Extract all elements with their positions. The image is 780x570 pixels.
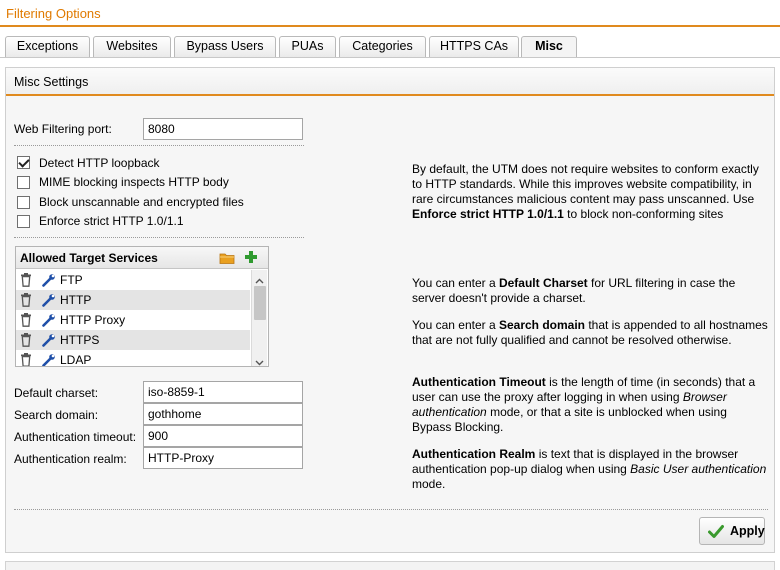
services-title: Allowed Target Services	[20, 251, 158, 265]
auth-realm-label: Authentication realm:	[14, 452, 127, 466]
scrollbar-thumb[interactable]	[254, 286, 266, 320]
panel-title: Misc Settings	[14, 75, 89, 89]
port-label: Web Filtering port:	[14, 122, 112, 136]
service-label: HTTP Proxy	[60, 313, 126, 327]
wrench-icon	[42, 333, 56, 350]
tab-websites[interactable]: Websites	[93, 36, 171, 57]
mime-blocking-checkbox[interactable]	[17, 176, 30, 189]
search-domain-input[interactable]: gothhome	[143, 403, 303, 425]
search-domain-help: You can enter a Search domain that is ap…	[412, 318, 768, 347]
separator	[14, 145, 304, 146]
wrench-icon	[42, 313, 56, 330]
service-label: LDAP	[60, 353, 92, 366]
plus-icon[interactable]	[244, 250, 258, 267]
strict-http-help: By default, the UTM does not require web…	[412, 162, 759, 221]
next-panel-edge	[5, 561, 775, 570]
separator	[14, 237, 304, 238]
tabs-divider	[0, 57, 780, 58]
trash-icon[interactable]	[20, 293, 32, 310]
trash-icon[interactable]	[20, 353, 32, 366]
page-title: Filtering Options	[6, 6, 101, 21]
tab-misc[interactable]: Misc	[521, 36, 577, 58]
trash-icon[interactable]	[20, 333, 32, 350]
auth-timeout-input[interactable]: 900	[143, 425, 303, 447]
tab-exceptions[interactable]: Exceptions	[5, 36, 90, 57]
list-item[interactable]: LDAP	[16, 350, 250, 366]
wrench-icon	[42, 273, 56, 290]
detect-loopback-label: Detect HTTP loopback	[39, 156, 160, 170]
panel-header: Misc Settings	[6, 68, 774, 96]
auth-timeout-label: Authentication timeout:	[14, 430, 137, 444]
detect-loopback-checkbox[interactable]	[17, 156, 30, 169]
auth-timeout-help: Authentication Timeout is the length of …	[412, 375, 756, 434]
service-label: FTP	[60, 273, 83, 287]
list-item[interactable]: HTTPS	[16, 330, 250, 350]
services-header: Allowed Target Services	[16, 247, 268, 269]
wrench-icon	[42, 353, 56, 366]
tab-puas[interactable]: PUAs	[279, 36, 336, 57]
list-item[interactable]: FTP	[16, 270, 250, 290]
trash-icon[interactable]	[20, 273, 32, 290]
misc-settings-panel: Misc Settings Web Filtering port: 8080 D…	[5, 67, 775, 553]
strict-http-checkbox[interactable]	[17, 215, 30, 228]
services-scrollbar[interactable]	[251, 270, 267, 366]
service-label: HTTP	[60, 293, 92, 307]
charset-label: Default charset:	[14, 386, 99, 400]
list-item[interactable]: HTTP Proxy	[16, 310, 250, 330]
chevron-up-icon[interactable]	[255, 273, 264, 287]
mime-blocking-label: MIME blocking inspects HTTP body	[39, 175, 229, 189]
auth-realm-input[interactable]: HTTP-Proxy	[143, 447, 303, 469]
block-unscannable-label: Block unscannable and encrypted files	[39, 195, 244, 209]
tab-bypass-users[interactable]: Bypass Users	[174, 36, 276, 57]
title-divider	[0, 25, 780, 27]
charset-input[interactable]: iso-8859-1	[143, 381, 303, 403]
service-label: HTTPS	[60, 333, 100, 347]
block-unscannable-checkbox[interactable]	[17, 196, 30, 209]
allowed-services-list: Allowed Target Services FTP HTTP HTTP Pr…	[15, 246, 269, 367]
chevron-down-icon[interactable]	[255, 355, 264, 369]
apply-label: Apply	[730, 524, 765, 538]
wrench-icon	[42, 293, 56, 310]
strict-http-label: Enforce strict HTTP 1.0/1.1	[39, 214, 184, 228]
folder-icon[interactable]	[219, 251, 235, 268]
port-input[interactable]: 8080	[143, 118, 303, 140]
tab-https-cas[interactable]: HTTPS CAs	[429, 36, 519, 57]
apply-button[interactable]: Apply	[699, 517, 765, 545]
auth-realm-help: Authentication Realm is text that is dis…	[412, 447, 767, 491]
checkmark-icon	[708, 524, 724, 542]
list-item[interactable]: HTTP	[16, 290, 250, 310]
trash-icon[interactable]	[20, 313, 32, 330]
search-domain-label: Search domain:	[14, 408, 99, 422]
tab-categories[interactable]: Categories	[339, 36, 426, 57]
separator	[14, 509, 768, 510]
charset-help: You can enter a Default Charset for URL …	[412, 276, 736, 305]
